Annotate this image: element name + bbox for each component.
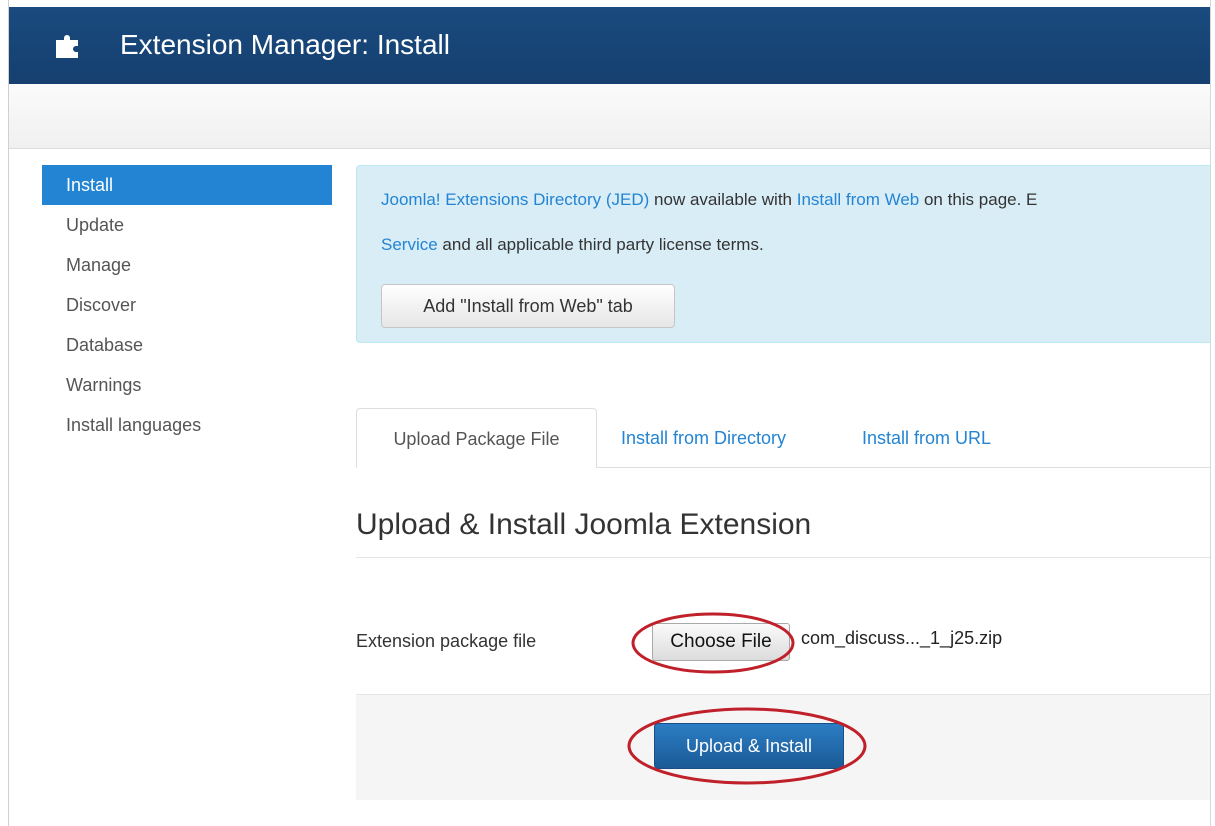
jed-info-alert: Joomla! Extensions Directory (JED) now a… <box>356 165 1210 343</box>
page-title: Extension Manager: Install <box>120 29 450 60</box>
service-link[interactable]: Service <box>381 235 438 254</box>
install-from-web-link[interactable]: Install from Web <box>797 190 920 209</box>
section-title: Upload & Install Joomla Extension <box>356 508 812 541</box>
alert-line-2: Service and all applicable third party l… <box>381 235 764 255</box>
tab-install-from-url[interactable]: Install from URL <box>862 408 991 468</box>
sidebar-item-warnings[interactable]: Warnings <box>42 365 332 405</box>
jed-link[interactable]: Joomla! Extensions Directory (JED) <box>381 190 649 209</box>
toolbar <box>9 84 1210 149</box>
sidebar-item-discover[interactable]: Discover <box>42 285 332 325</box>
alert-text-3: and all applicable third party license t… <box>437 235 764 254</box>
sidebar-item-install[interactable]: Install <box>42 165 332 205</box>
sidebar-item-database[interactable]: Database <box>42 325 332 365</box>
tab-upload-package-file[interactable]: Upload Package File <box>356 408 597 468</box>
alert-text-1: now available with <box>649 190 797 209</box>
section-divider <box>356 557 1210 558</box>
sidebar: Install Update Manage Discover Database … <box>42 165 332 445</box>
puzzle-icon <box>56 35 78 58</box>
sidebar-item-update[interactable]: Update <box>42 205 332 245</box>
alert-line-1: Joomla! Extensions Directory (JED) now a… <box>381 190 1037 210</box>
upload-install-button[interactable]: Upload & Install <box>654 723 844 769</box>
choose-file-button[interactable]: Choose File <box>652 623 790 661</box>
tab-install-from-directory[interactable]: Install from Directory <box>621 408 786 468</box>
frame-right-border <box>1210 0 1211 826</box>
alert-text-2: on this page. E <box>919 190 1038 209</box>
extension-package-file-label: Extension package file <box>356 631 537 651</box>
sidebar-item-manage[interactable]: Manage <box>42 245 332 285</box>
add-install-from-web-tab-button[interactable]: Add "Install from Web" tab <box>381 284 675 328</box>
sidebar-item-install-languages[interactable]: Install languages <box>42 405 332 445</box>
selected-file-name: com_discuss..._1_j25.zip <box>801 628 1003 648</box>
header-bar: Extension Manager: Install <box>9 7 1210 84</box>
